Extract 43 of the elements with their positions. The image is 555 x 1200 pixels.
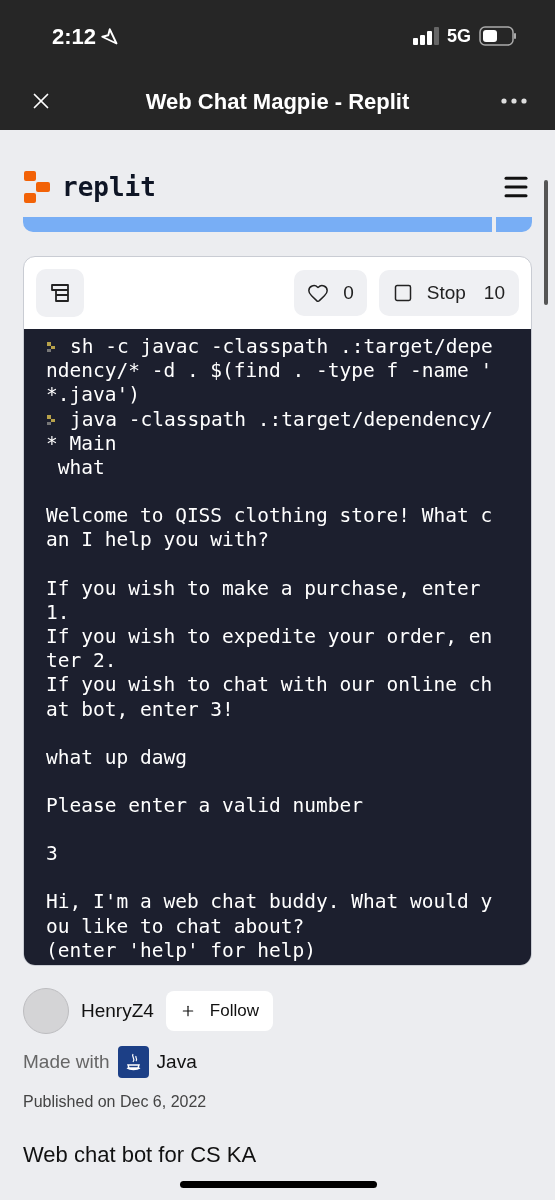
layout-icon (50, 283, 70, 303)
console-line: java -classpath .:target/dependency/ (70, 407, 493, 432)
stop-icon (392, 283, 413, 303)
banner-bar (496, 217, 532, 232)
console-line: If you wish to chat with our online ch (46, 673, 493, 698)
console-line: ndency/* -d . $(find . -type f -name ' (46, 359, 493, 384)
follow-button[interactable]: Follow (165, 991, 273, 1031)
console-line: 3 (46, 842, 58, 867)
language-name[interactable]: Java (156, 1047, 197, 1077)
layout-button[interactable] (36, 269, 84, 317)
published-date: Published on Dec 6, 2022 (22, 1092, 208, 1112)
like-button[interactable]: 0 (294, 270, 367, 316)
status-time: 2:12 (52, 22, 97, 51)
console-line: (enter 'help' for help) (46, 938, 317, 964)
console-line: *.java') (46, 383, 140, 408)
console-line: what (56, 456, 105, 481)
logo-icon (24, 171, 50, 203)
console-line: ou like to chat about? (46, 914, 305, 939)
console-line: Welcome to QISS clothing store! What c (46, 504, 493, 529)
made-with-label: Made with (23, 1049, 110, 1074)
more-icon[interactable] (501, 98, 527, 104)
console-line: what up dawg (46, 745, 187, 771)
logo-text[interactable]: replit (62, 167, 156, 207)
console-line: at bot, enter 3! (46, 697, 234, 722)
network-label: 5G (447, 24, 471, 48)
console-line: * Main (46, 431, 117, 456)
language-icon (117, 1046, 149, 1078)
console-line: If you wish to expedite your order, en (46, 625, 493, 650)
console-line: 1. (46, 600, 70, 626)
scrollbar[interactable] (544, 180, 548, 305)
console-line: Hi, I'm a web chat buddy. What would y (46, 890, 493, 915)
console-line: If you wish to make a purchase, enter (46, 576, 481, 601)
console-line: an I help you with? (46, 528, 270, 553)
console-line: sh -c javac -classpath .:target/depe (70, 335, 493, 360)
author-name[interactable]: HenryZ4 (81, 996, 154, 1026)
signal-icon (413, 27, 439, 45)
battery-icon (479, 26, 517, 46)
window-title: Web Chat Magpie - Replit (145, 87, 410, 116)
description: Web chat bot for CS KA (22, 1141, 258, 1169)
stop-button[interactable]: Stop 10 (378, 270, 519, 316)
location-icon (100, 27, 119, 45)
console-line: Please enter a valid number (46, 794, 363, 819)
console-line: ter 2. (46, 649, 117, 674)
